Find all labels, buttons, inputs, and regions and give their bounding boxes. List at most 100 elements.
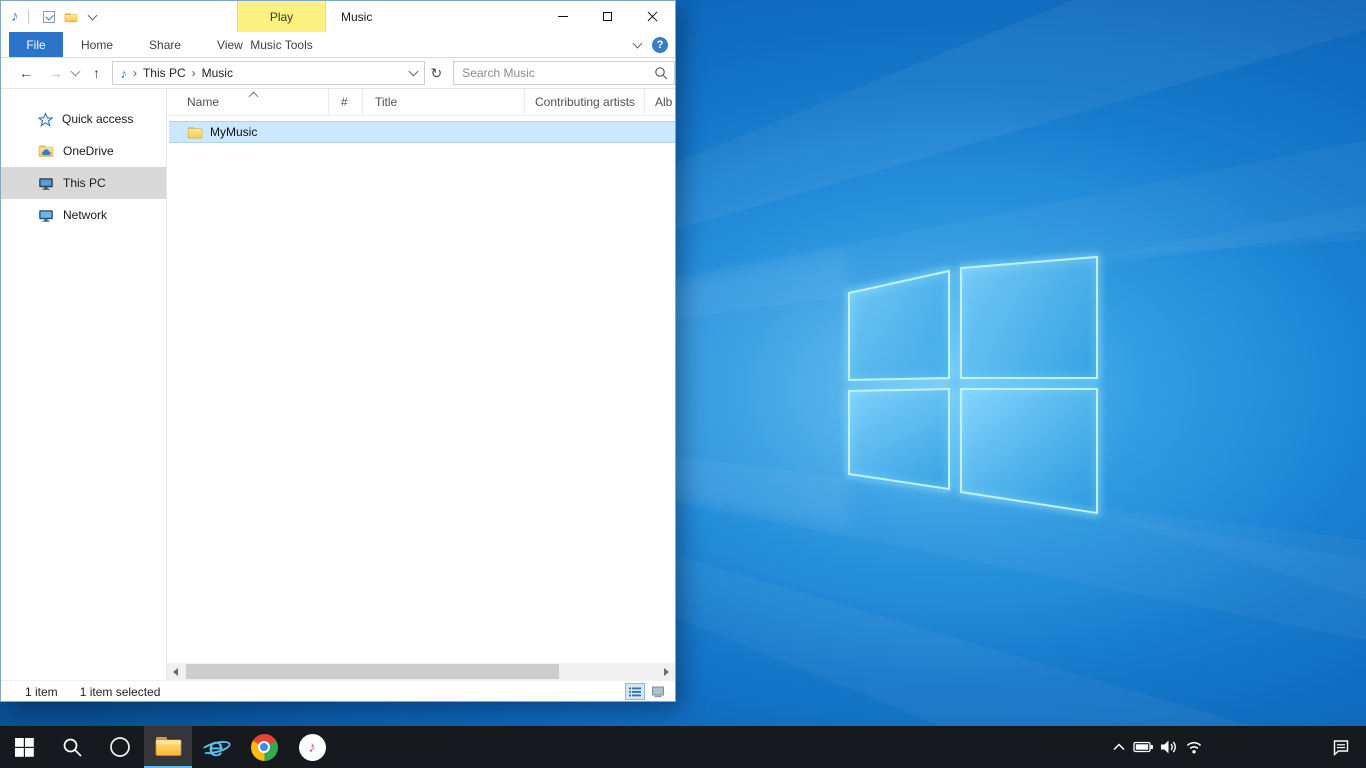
search-icon [62,737,83,758]
navigation-toolbar: ← → ↑ ♪ › This PC › Music ↻ [1,58,675,89]
expand-ribbon-icon[interactable] [633,39,643,49]
speaker-icon [1159,738,1178,756]
chrome-icon [251,734,278,761]
computer-icon [38,176,54,191]
close-icon [647,11,658,22]
network-wifi-button[interactable] [1181,726,1206,768]
battery-icon [1133,738,1154,756]
close-button[interactable] [630,1,675,31]
details-view-toggle[interactable] [625,683,645,700]
column-label: Title [375,95,397,109]
caption-buttons [540,1,675,31]
breadcrumb-separator: › [133,66,137,80]
cortana-icon [109,736,131,758]
item-count: 1 item [25,685,58,699]
action-center-icon [1332,738,1350,756]
sidebar-item-label: Network [63,208,107,222]
help-button[interactable]: ? [652,37,668,53]
scroll-right-button[interactable] [658,663,675,680]
tab-file[interactable]: File [9,32,63,57]
up-button[interactable]: ↑ [88,65,106,81]
show-hidden-icons-button[interactable] [1106,726,1131,768]
taskbar-itunes-button[interactable]: ♪ [288,726,336,768]
column-header-title[interactable]: Title [363,89,525,115]
properties-button[interactable] [38,6,60,28]
column-label: Name [187,95,219,109]
large-icons-view-toggle[interactable] [648,683,668,700]
contextual-tab-play[interactable]: Play [237,1,326,32]
volume-button[interactable] [1156,726,1181,768]
cortana-button[interactable] [96,726,144,768]
sidebar-item-onedrive[interactable]: OneDrive [1,135,166,167]
large-icons-view-icon [651,686,665,698]
tab-home[interactable]: Home [63,32,131,57]
file-area[interactable]: MyMusic [167,116,675,663]
column-header-album[interactable]: Alb [645,89,675,115]
selected-count: 1 item selected [80,685,161,699]
chevron-up-icon [1112,741,1126,753]
column-label: Alb [655,95,672,109]
back-button[interactable]: ← [17,65,35,81]
sidebar-item-this-pc[interactable]: This PC [1,167,166,199]
status-bar: 1 item 1 item selected [1,680,675,702]
sidebar-item-network[interactable]: Network [1,199,166,231]
sort-ascending-icon [249,92,259,102]
recent-locations-dropdown[interactable] [72,71,79,75]
properties-icon [43,11,55,23]
refresh-button[interactable]: ↻ [425,65,447,82]
file-name: MyMusic [210,125,257,139]
window-body: Quick access OneDrive This PC [1,89,675,680]
breadcrumb-separator: › [192,66,196,80]
divider [28,10,29,24]
ribbon-tab-row: File Home Share View Music Tools ? [1,32,675,58]
start-button[interactable] [0,726,48,768]
star-icon [38,112,53,127]
chevron-down-icon [88,10,98,20]
breadcrumb-music[interactable]: Music [202,66,233,80]
column-header-number[interactable]: # [329,89,363,115]
wifi-icon [1185,739,1203,755]
action-center-button[interactable] [1322,726,1360,768]
address-dropdown-icon[interactable] [409,67,419,77]
new-folder-button[interactable] [60,6,82,28]
windows-logo-icon [15,738,34,757]
tab-share[interactable]: Share [131,32,199,57]
file-row-mymusic[interactable]: MyMusic [169,121,675,143]
minimize-button[interactable] [540,1,585,31]
chrome-center [258,741,270,753]
triangle-right-icon [664,668,669,676]
search-box [453,61,675,85]
breadcrumb-this-pc[interactable]: This PC [143,66,186,80]
search-input[interactable] [454,66,648,80]
taskbar-chrome-button[interactable] [240,726,288,768]
internet-explorer-icon: e [201,732,231,762]
system-tray [1106,726,1366,768]
maximize-button[interactable] [585,1,630,31]
horizontal-scrollbar[interactable] [167,663,675,680]
onedrive-icon [38,144,54,158]
column-headers: Name # Title Contributing artists Alb [167,89,675,116]
network-icon [38,208,54,223]
column-header-contributing-artists[interactable]: Contributing artists [525,89,645,115]
taskbar-search-button[interactable] [48,726,96,768]
battery-status-button[interactable] [1131,726,1156,768]
column-header-name[interactable]: Name [167,89,329,115]
explorer-window: ♪ Play Music File Home Share View Music … [0,0,676,702]
tab-music-tools[interactable]: Music Tools [237,32,326,58]
maximize-icon [603,12,612,21]
sidebar-item-quick-access[interactable]: Quick access [1,103,166,135]
folder-icon [64,11,78,23]
scroll-left-button[interactable] [167,663,184,680]
taskbar-file-explorer-button[interactable] [144,726,192,768]
view-toggles [625,683,668,700]
column-label: # [341,95,348,109]
quick-access-toolbar-dropdown[interactable] [82,6,104,28]
search-icon[interactable] [648,66,674,80]
minimize-icon [558,16,568,17]
taskbar-internet-explorer-button[interactable]: e [192,726,240,768]
scrollbar-thumb[interactable] [186,664,559,679]
forward-button[interactable]: → [47,65,65,81]
address-bar[interactable]: ♪ › This PC › Music [112,61,425,85]
sidebar-item-label: Quick access [62,112,133,126]
triangle-left-icon [173,668,178,676]
